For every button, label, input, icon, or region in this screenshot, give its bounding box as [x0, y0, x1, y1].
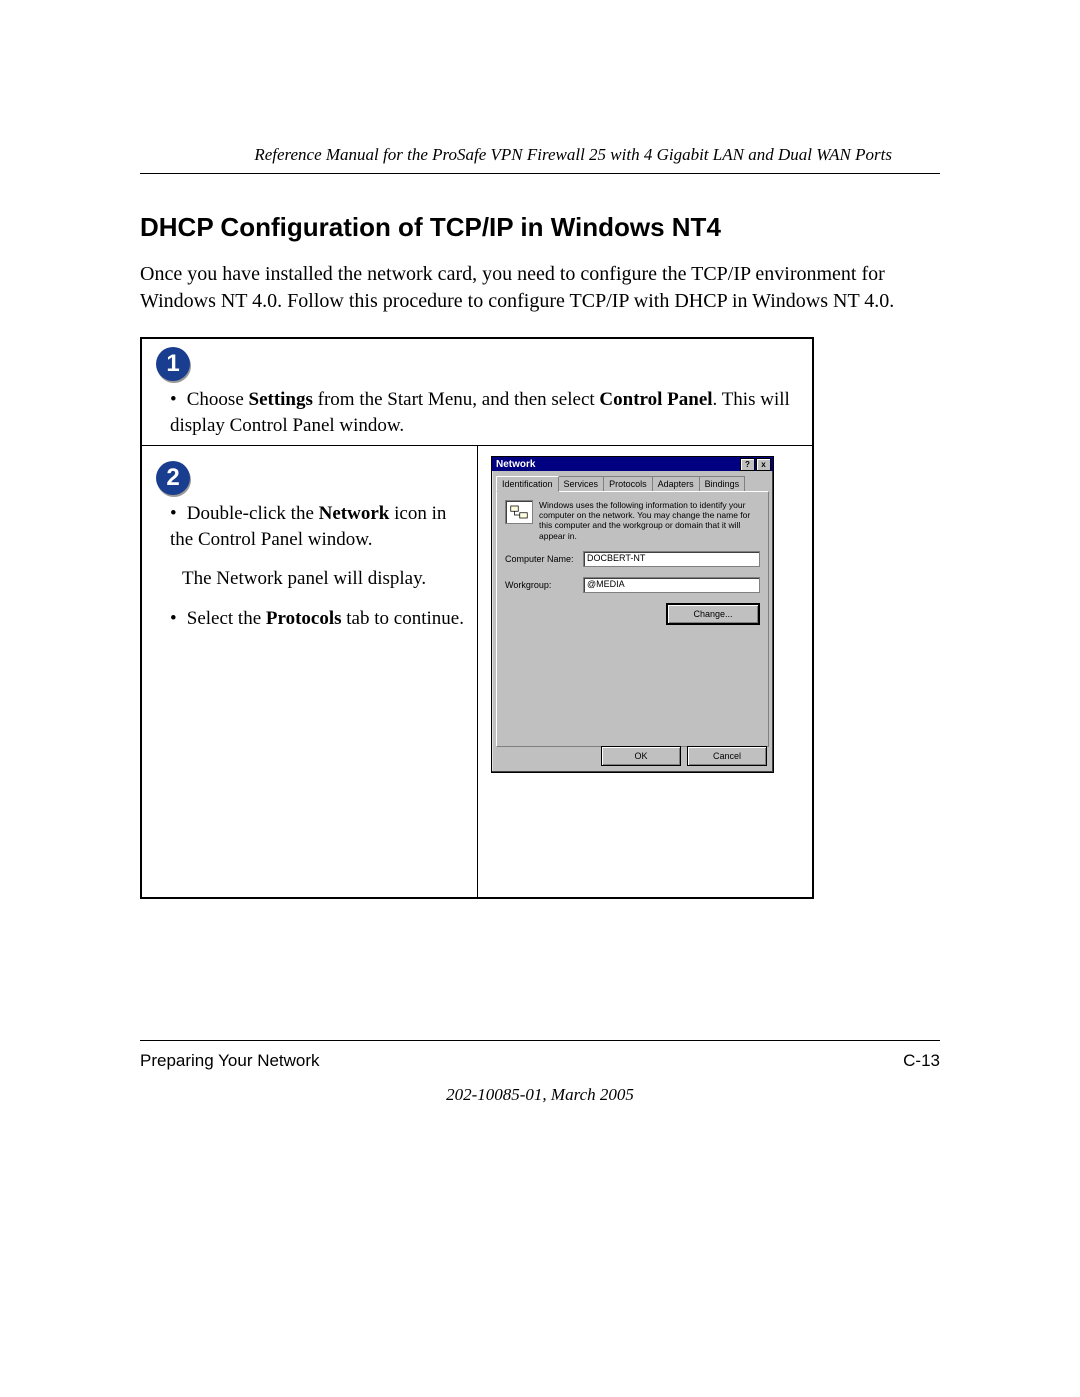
network-icon	[505, 500, 533, 524]
footer-section: Preparing Your Network	[140, 1051, 320, 1071]
section-title: DHCP Configuration of TCP/IP in Windows …	[140, 212, 940, 243]
cancel-button[interactable]: Cancel	[687, 746, 767, 766]
s2-l1-pre: Double-click the	[187, 503, 319, 524]
tab-adapters[interactable]: Adapters	[652, 476, 700, 492]
close-button[interactable]: x	[756, 458, 771, 471]
tab-identification[interactable]: Identification	[496, 476, 559, 492]
s2-l3-post: tab to continue.	[342, 608, 464, 629]
s1-b1: Settings	[249, 389, 313, 410]
footer-page: C-13	[903, 1051, 940, 1071]
ok-button[interactable]: OK	[601, 746, 681, 766]
tab-bindings[interactable]: Bindings	[699, 476, 746, 492]
dialog-titlebar[interactable]: Network ? x	[492, 457, 773, 471]
title-controls: ? x	[739, 458, 771, 471]
footer-row: Preparing Your Network C-13	[140, 1051, 940, 1071]
workgroup-label: Workgroup:	[505, 580, 583, 590]
column-separator	[477, 445, 478, 897]
network-dialog: Network ? x Identification Services Prot…	[491, 456, 774, 773]
tab-services[interactable]: Services	[558, 476, 605, 492]
step-2-text: • Double-click the Network icon in the C…	[170, 501, 470, 646]
running-header: Reference Manual for the ProSafe VPN Fir…	[140, 145, 940, 173]
workgroup-value: @MEDIA	[583, 577, 760, 593]
dialog-tabs: Identification Services Protocols Adapte…	[496, 475, 769, 491]
step-1-text: • Choose Settings from the Start Menu, a…	[170, 387, 812, 438]
s1-mid: from the Start Menu, and then select	[313, 389, 600, 410]
page-footer: Preparing Your Network C-13 202-10085-01…	[140, 1040, 940, 1105]
footer-rule	[140, 1040, 940, 1041]
bullet-icon: •	[170, 606, 182, 632]
tab-protocols[interactable]: Protocols	[603, 476, 653, 492]
info-text: Windows uses the following information t…	[539, 500, 760, 541]
s1-pre: Choose	[187, 389, 249, 410]
intro-paragraph: Once you have installed the network card…	[140, 261, 940, 315]
dialog-title: Network	[496, 459, 535, 470]
change-row: Change...	[505, 603, 760, 625]
s2-l2: The Network panel will display.	[170, 566, 470, 592]
header-rule	[140, 173, 940, 174]
footer-docnum: 202-10085-01, March 2005	[140, 1085, 940, 1105]
computer-name-row: Computer Name: DOCBERT-NT	[505, 551, 760, 567]
s1-b2: Control Panel	[599, 389, 712, 410]
s2-l1-b: Network	[319, 503, 390, 524]
tab-pane: Windows uses the following information t…	[496, 491, 769, 747]
dialog-footer: OK Cancel	[601, 746, 767, 766]
workgroup-row: Workgroup: @MEDIA	[505, 577, 760, 593]
step-1-badge: 1	[156, 347, 190, 381]
s2-l3-b: Protocols	[266, 608, 342, 629]
computer-name-label: Computer Name:	[505, 554, 583, 564]
bullet-icon: •	[170, 501, 182, 527]
help-button[interactable]: ?	[740, 458, 755, 471]
s2-l3-pre: Select the	[187, 608, 266, 629]
change-button[interactable]: Change...	[666, 603, 760, 625]
bullet-icon: •	[170, 387, 182, 413]
page-content: Reference Manual for the ProSafe VPN Fir…	[140, 145, 940, 1397]
step-2-badge: 2	[156, 461, 190, 495]
info-row: Windows uses the following information t…	[505, 500, 760, 541]
computer-name-value: DOCBERT-NT	[583, 551, 760, 567]
steps-box: 1 • Choose Settings from the Start Menu,…	[140, 337, 814, 899]
